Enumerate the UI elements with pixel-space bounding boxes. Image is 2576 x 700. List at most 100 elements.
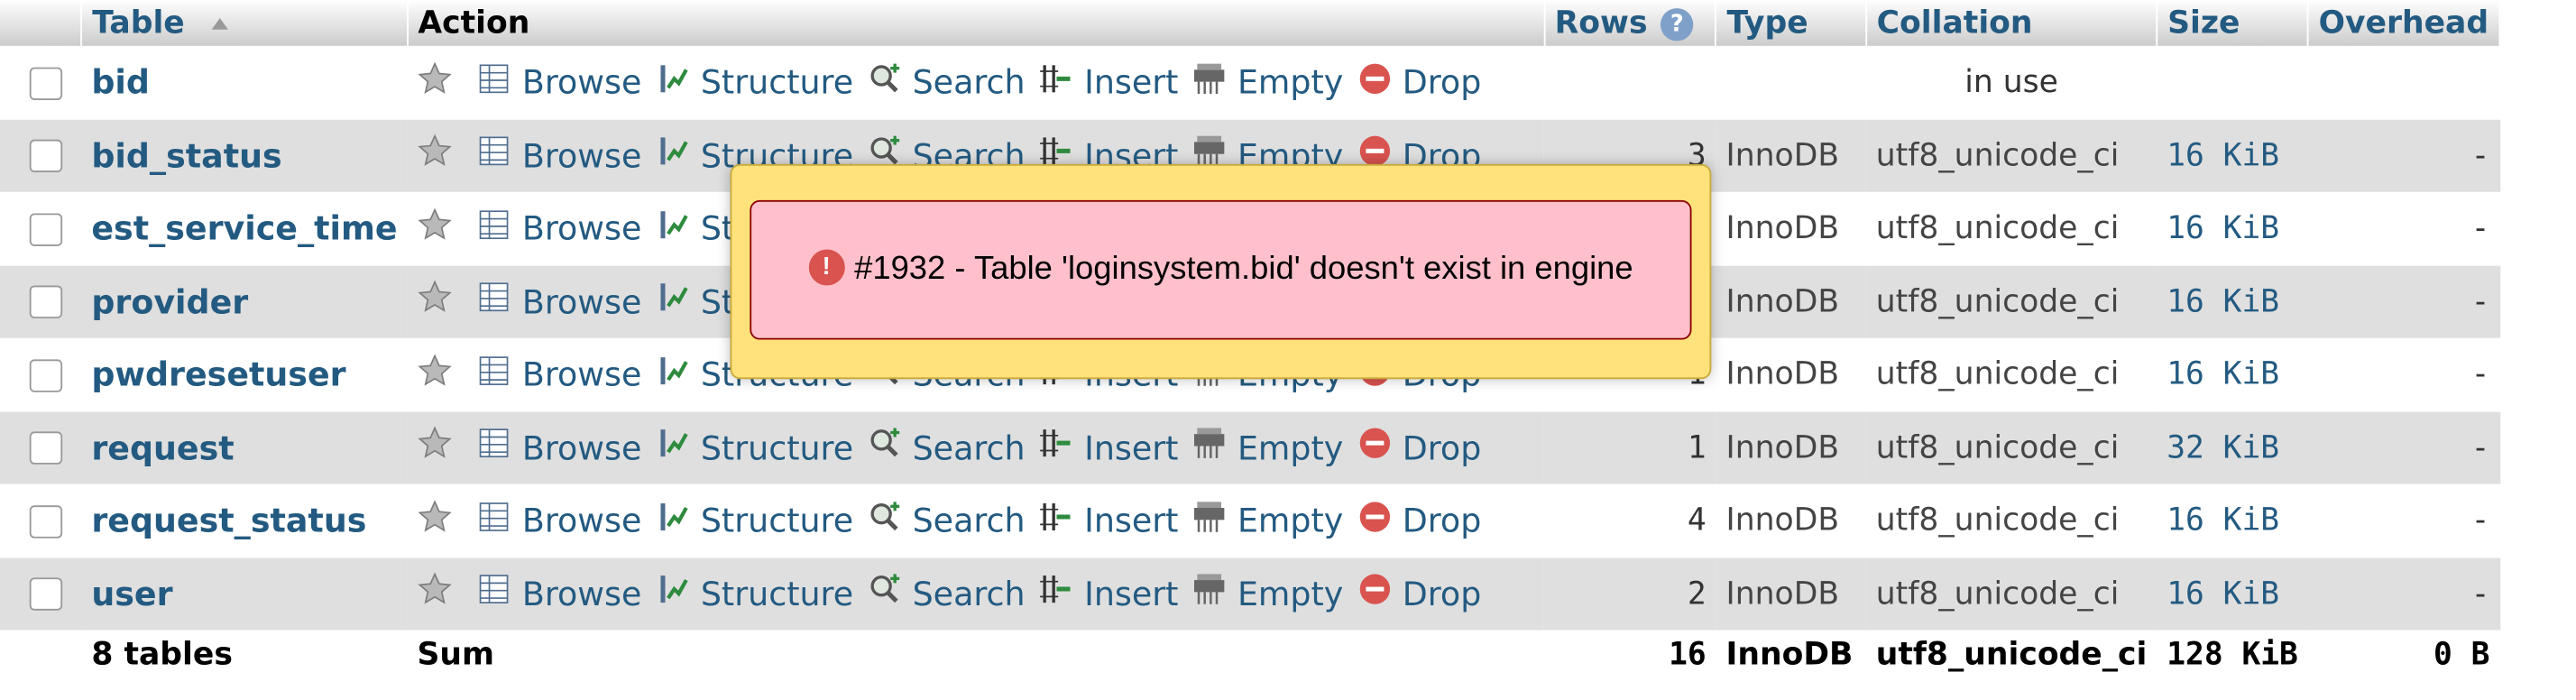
insert-action[interactable]: Insert (1038, 60, 1178, 105)
drop-label[interactable]: Drop (1403, 501, 1482, 540)
drop-label[interactable]: Drop (1403, 63, 1482, 103)
overhead-column-header[interactable]: Overhead (2307, 0, 2501, 46)
collation-column-header[interactable]: Collation (1865, 0, 2158, 46)
table-name-link[interactable]: est_service_time (91, 208, 397, 248)
row-checkbox[interactable] (29, 358, 63, 392)
structure-action[interactable]: Structure (655, 426, 853, 470)
insert-label[interactable]: Insert (1084, 63, 1178, 103)
browse-label[interactable]: Browse (522, 574, 641, 613)
table-name-link[interactable]: bid (91, 63, 150, 103)
structure-label[interactable]: Structure (701, 501, 853, 540)
browse-action[interactable]: Browse (476, 572, 641, 616)
favorite-star-button[interactable] (417, 207, 463, 251)
table-name-link[interactable]: bid_status (91, 136, 281, 176)
search-action[interactable]: Search (867, 572, 1026, 616)
size-header-label[interactable]: Size (2167, 5, 2240, 41)
favorite-star-button[interactable] (417, 134, 463, 178)
browse-action[interactable]: Browse (476, 353, 641, 397)
error-overlay[interactable]: ! #1932 - Table 'loginsystem.bid' doesn't… (730, 163, 1712, 380)
empty-action[interactable]: Empty (1191, 499, 1343, 543)
row-checkbox[interactable] (29, 285, 63, 319)
row-checkbox[interactable] (29, 213, 63, 246)
drop-action[interactable]: Drop (1357, 572, 1481, 616)
structure-label[interactable]: Structure (701, 428, 853, 467)
drop-action[interactable]: Drop (1357, 499, 1481, 543)
insert-label[interactable]: Insert (1084, 574, 1178, 613)
structure-label[interactable]: Structure (701, 63, 853, 103)
row-checkbox[interactable] (29, 504, 63, 539)
empty-action[interactable]: Empty (1191, 60, 1343, 105)
footer-sum: Sum (407, 630, 1544, 680)
row-checkbox[interactable] (29, 577, 63, 612)
empty-label[interactable]: Empty (1237, 574, 1343, 613)
search-action[interactable]: Search (867, 426, 1026, 470)
empty-label[interactable]: Empty (1237, 63, 1343, 103)
browse-label[interactable]: Browse (522, 136, 641, 176)
favorite-star-button[interactable] (417, 499, 463, 543)
favorite-star-button[interactable] (417, 60, 463, 105)
browse-label[interactable]: Browse (522, 355, 641, 394)
search-label[interactable]: Search (913, 501, 1026, 540)
browse-action[interactable]: Browse (476, 280, 641, 324)
insert-action[interactable]: Insert (1038, 499, 1178, 543)
insert-label[interactable]: Insert (1084, 501, 1178, 540)
drop-label[interactable]: Drop (1403, 574, 1482, 613)
help-icon[interactable]: ? (1661, 7, 1694, 41)
favorite-star-button[interactable] (417, 353, 463, 397)
search-label[interactable]: Search (913, 63, 1026, 103)
structure-action[interactable]: Structure (655, 60, 853, 105)
row-checkbox[interactable] (29, 431, 63, 465)
browse-action[interactable]: Browse (476, 499, 641, 543)
insert-action[interactable]: Insert (1038, 572, 1178, 616)
empty-action[interactable]: Empty (1191, 572, 1343, 616)
rows-header-label[interactable]: Rows (1555, 5, 1648, 41)
favorite-star-button[interactable] (417, 426, 463, 470)
table-header-label[interactable]: Table (92, 5, 184, 41)
table-name-link[interactable]: provider (91, 281, 248, 321)
empty-action[interactable]: Empty (1191, 426, 1343, 470)
empty-icon (1191, 499, 1237, 543)
drop-action[interactable]: Drop (1357, 60, 1481, 105)
drop-label[interactable]: Drop (1403, 428, 1482, 467)
table-name-link[interactable]: user (91, 574, 172, 613)
insert-label[interactable]: Insert (1084, 428, 1178, 467)
sort-ascending-icon[interactable] (210, 18, 228, 30)
type-column-header[interactable]: Type (1716, 0, 1867, 46)
favorite-star-button[interactable] (417, 572, 463, 616)
drop-action[interactable]: Drop (1357, 426, 1481, 470)
table-column-header[interactable]: Table (81, 0, 409, 46)
browse-action[interactable]: Browse (476, 426, 641, 470)
engine-type: InnoDB (1716, 118, 1866, 192)
browse-action[interactable]: Browse (476, 207, 641, 251)
browse-action[interactable]: Browse (476, 60, 641, 105)
structure-action[interactable]: Structure (655, 572, 853, 616)
structure-action[interactable]: Structure (655, 499, 853, 543)
search-action[interactable]: Search (867, 499, 1026, 543)
browse-action[interactable]: Browse (476, 134, 641, 178)
search-label[interactable]: Search (913, 428, 1026, 467)
table-name-link[interactable]: request (91, 428, 234, 467)
type-header-label[interactable]: Type (1726, 5, 1808, 41)
structure-label[interactable]: Structure (701, 574, 853, 613)
empty-label[interactable]: Empty (1237, 501, 1343, 540)
table-name-link[interactable]: pwdresetuser (91, 355, 345, 394)
search-label[interactable]: Search (913, 574, 1026, 613)
table-name-link[interactable]: request_status (91, 501, 366, 540)
browse-label[interactable]: Browse (522, 208, 641, 248)
size-column-header[interactable]: Size (2157, 0, 2309, 46)
collation-header-label[interactable]: Collation (1877, 5, 2033, 41)
search-action[interactable]: Search (867, 60, 1026, 105)
rows-column-header[interactable]: Rows? (1543, 0, 1717, 46)
browse-label[interactable]: Browse (522, 428, 641, 467)
empty-label[interactable]: Empty (1237, 428, 1343, 467)
row-checkbox[interactable] (29, 67, 63, 100)
browse-label[interactable]: Browse (522, 281, 641, 321)
star-icon (417, 572, 463, 616)
row-checkbox[interactable] (29, 140, 63, 173)
browse-label[interactable]: Browse (522, 63, 641, 103)
browse-label[interactable]: Browse (522, 501, 641, 540)
insert-action[interactable]: Insert (1038, 426, 1178, 470)
overhead-header-label[interactable]: Overhead (2319, 5, 2489, 41)
favorite-star-button[interactable] (417, 280, 463, 324)
overhead: - (2307, 484, 2500, 557)
